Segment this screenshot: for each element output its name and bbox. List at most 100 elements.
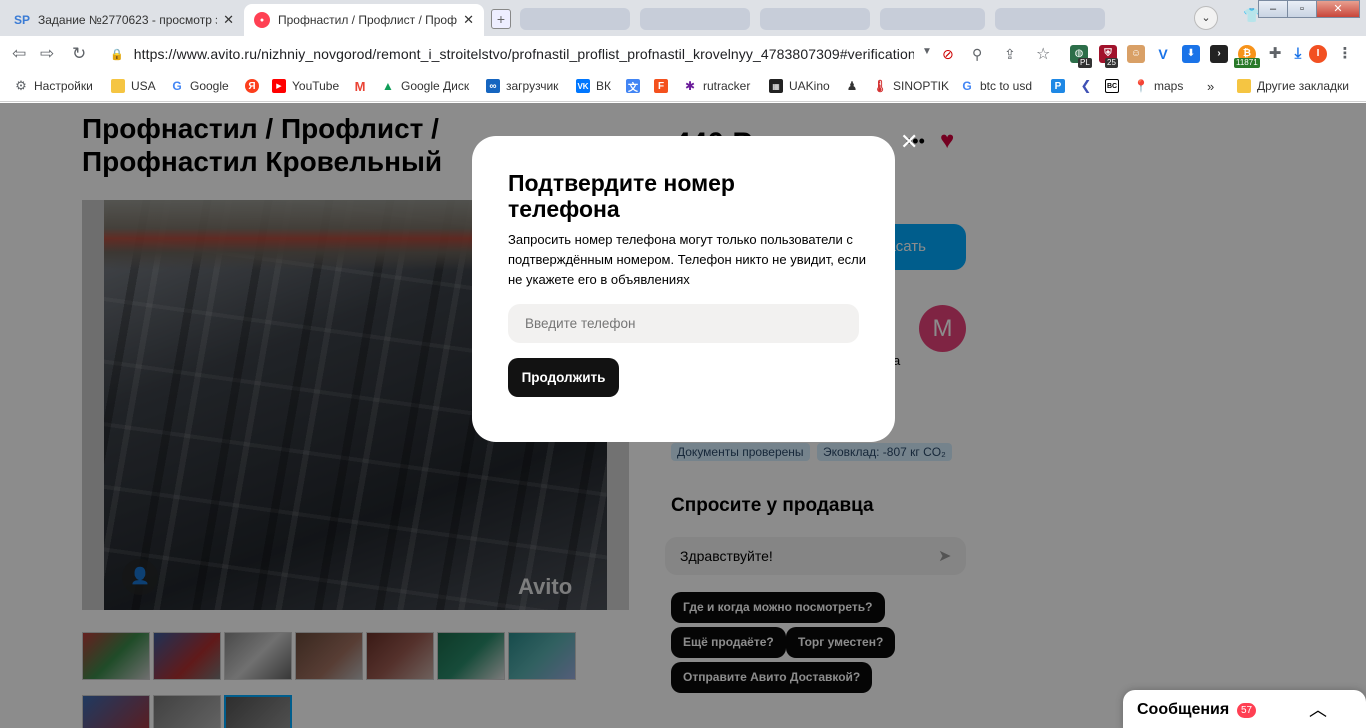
bookmark-label: Google [190, 79, 229, 93]
face-extension-icon[interactable]: ☺ [1127, 45, 1145, 63]
zoom-icon[interactable]: ⚲ [972, 46, 982, 63]
avito-favicon-icon: ● [254, 12, 270, 28]
background-tab[interactable] [760, 8, 870, 30]
tab-title: Задание №2770623 - просмотр з [38, 13, 218, 27]
bookmark-item[interactable]: BC [1105, 79, 1125, 93]
messages-widget[interactable]: Сообщения 57 ︿ [1123, 690, 1366, 728]
bookmark-item[interactable]: VK ВК [576, 79, 611, 93]
bookmark-label: btc to usd [980, 79, 1033, 93]
tab-close-icon[interactable]: ✕ [223, 12, 234, 28]
bookmark-item[interactable]: Я [245, 79, 265, 93]
bookmark-item[interactable]: ▶ YouTube [272, 79, 339, 93]
menu-kebab-icon[interactable]: ⋮ [1336, 45, 1354, 63]
arrow-icon: ❮ [1080, 78, 1092, 93]
vk-icon: VK [576, 79, 590, 93]
bookmark-item[interactable]: Gbtc to usd [960, 79, 1032, 93]
modal-description: Запросить номер телефона могут только по… [508, 232, 867, 287]
browser-toolbar: ⇦ ⇨ ↻ 🔒 https://www.avito.ru/nizhniy_nov… [0, 36, 1366, 72]
bookmark-star-icon[interactable]: ☆ [1036, 44, 1050, 64]
extension-badge: PL [1078, 58, 1092, 68]
tab-task[interactable]: SP Задание №2770623 - просмотр з ✕ [4, 4, 244, 36]
bookmark-item[interactable]: 🌡 SINOPTIK [872, 79, 950, 93]
rutracker-icon: ✱ [684, 79, 696, 93]
folder-icon [1237, 79, 1251, 93]
figure-icon: ♟ [846, 79, 858, 93]
p-icon: P [1051, 79, 1065, 93]
f-icon: F [654, 79, 668, 93]
terminal-extension-icon[interactable]: › [1210, 45, 1228, 63]
phone-input[interactable] [508, 304, 859, 343]
background-tab[interactable] [995, 8, 1105, 30]
bookmark-item[interactable]: 文 [626, 79, 646, 94]
bookmark-item[interactable]: ▦ UAKino [769, 79, 830, 93]
bookmark-item[interactable]: P [1051, 79, 1071, 93]
unread-count-badge: 57 [1237, 703, 1257, 718]
chevron-up-icon[interactable]: ︿ [1309, 696, 1327, 722]
maps-icon: 📍 [1133, 79, 1149, 93]
tab-avito[interactable]: ● Профнастил / Профлист / Профн ✕ [244, 4, 484, 36]
background-tab[interactable] [640, 8, 750, 30]
downloads-icon[interactable]: ⤓ [1289, 45, 1307, 63]
close-icon[interactable]: ✕ [900, 131, 918, 153]
google-icon: G [962, 79, 972, 93]
dropdown-triangle-icon[interactable]: ▼ [922, 46, 932, 57]
modal-title: Подтвердите номер телефона [508, 170, 735, 222]
maximize-button[interactable]: ▫ [1287, 0, 1317, 18]
bookmark-label: Google Диск [401, 79, 470, 93]
bookmark-item[interactable]: ✱ rutracker [683, 79, 750, 93]
bookmark-item[interactable]: G Google [170, 79, 229, 93]
bookmark-label: ВК [596, 79, 611, 93]
puzzle-extensions-icon[interactable]: ✚ [1266, 45, 1284, 63]
lock-icon[interactable]: 🔒 [110, 48, 124, 61]
more-bookmarks-button[interactable]: » [1207, 79, 1214, 94]
tab-title: Профнастил / Профлист / Профн [278, 13, 458, 27]
translate-icon: 文 [626, 79, 640, 94]
forward-arrow-icon[interactable]: ⇨ [40, 44, 54, 64]
folder-icon [111, 79, 125, 93]
sp-favicon-icon: SP [14, 13, 31, 27]
bookmark-label: Настройки [34, 79, 93, 93]
yandex-icon: Я [245, 79, 259, 93]
url-text: https://www.avito.ru/nizhniy_novgorod/re… [133, 46, 914, 62]
bookmark-item[interactable]: ♟ [845, 79, 865, 93]
bookmark-label: загрузчик [506, 79, 559, 93]
v-extension-icon[interactable]: V [1154, 45, 1172, 63]
thermometer-icon: 🌡 [872, 79, 888, 93]
youtube-icon: ▶ [272, 79, 286, 93]
phone-verification-modal: Подтвердите номер телефона Запросить ном… [472, 136, 895, 442]
bookmark-label: YouTube [292, 79, 340, 93]
address-bar[interactable]: 🔒 https://www.avito.ru/nizhniy_novgorod/… [102, 41, 940, 67]
back-arrow-icon[interactable]: ⇦ [12, 44, 26, 64]
bookmark-item[interactable]: 📍 maps [1133, 79, 1184, 93]
tab-close-icon[interactable]: ✕ [463, 12, 474, 28]
bookmark-label: SINOPTIK [893, 79, 950, 93]
new-tab-button[interactable]: + [491, 9, 511, 29]
continue-button[interactable]: Продолжить [508, 358, 619, 397]
minimize-button[interactable]: – [1258, 0, 1288, 18]
background-tab[interactable] [520, 8, 630, 30]
bookmark-item[interactable]: ▲ Google Диск [381, 79, 469, 93]
profile-avatar[interactable]: I [1309, 45, 1327, 63]
download-extension-icon[interactable]: ⬇ [1182, 45, 1200, 63]
bookmark-item[interactable]: ∞ загрузчик [486, 79, 558, 93]
reload-icon[interactable]: ↻ [72, 44, 86, 64]
tab-search-chevron-icon[interactable]: ⌄ [1194, 6, 1218, 30]
blocked-popup-icon[interactable]: ⊘ [942, 46, 954, 63]
gmail-icon: M [354, 78, 366, 94]
bc-icon: BC [1105, 79, 1119, 93]
background-tab[interactable] [880, 8, 985, 30]
tab-strip: SP Задание №2770623 - просмотр з ✕ ● Про… [0, 0, 1366, 36]
bookmark-item[interactable]: USA [111, 79, 156, 93]
bookmark-label: UAKino [789, 79, 830, 93]
gear-icon: ⚙ [15, 78, 27, 93]
google-icon: G [172, 79, 182, 93]
share-icon[interactable]: ⇪ [1004, 46, 1016, 63]
bookmark-label: rutracker [703, 79, 751, 93]
extension-badge: 25 [1105, 58, 1118, 68]
bookmark-item[interactable]: ❮ [1079, 78, 1099, 93]
bookmark-item[interactable]: F [654, 79, 674, 93]
bookmark-item[interactable]: Другие закладки [1237, 79, 1349, 93]
bookmark-item[interactable]: ⚙ Настройки [14, 78, 93, 93]
window-close-button[interactable]: ✕ [1316, 0, 1360, 18]
bookmark-item[interactable]: M [353, 78, 373, 94]
